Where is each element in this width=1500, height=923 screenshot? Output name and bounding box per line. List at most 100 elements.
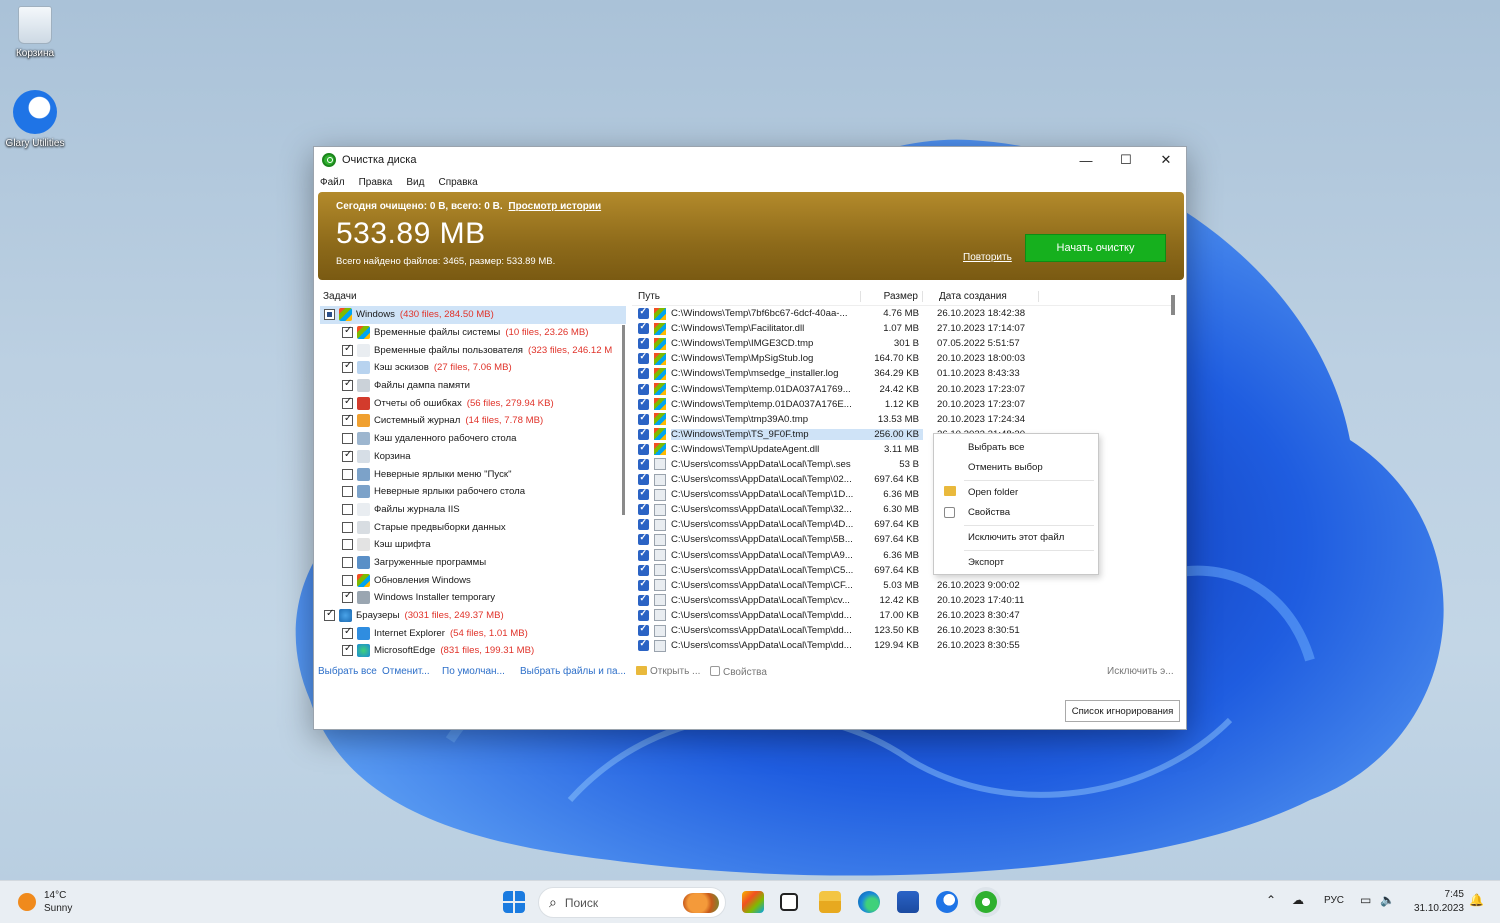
column-path[interactable]: Путь <box>632 291 861 302</box>
task-checkbox[interactable] <box>324 608 335 622</box>
task-item[interactable]: Браузеры (3031 files, 249.37 MB) <box>320 607 626 625</box>
glary-utilities-taskbar-icon[interactable] <box>936 891 958 913</box>
chevron-up-icon[interactable]: ⌃ <box>1266 893 1276 907</box>
task-item[interactable]: Файлы журнала IIS <box>320 501 626 519</box>
menu-view[interactable]: Вид <box>406 177 424 188</box>
ctx-exclude-file[interactable]: Исключить этот файл <box>968 532 1064 543</box>
task-checkbox[interactable] <box>342 486 353 498</box>
file-checkbox[interactable] <box>638 593 649 606</box>
file-checkbox[interactable] <box>638 472 649 486</box>
task-view-icon[interactable] <box>780 893 798 911</box>
task-checkbox[interactable] <box>342 626 353 639</box>
column-date[interactable]: Дата создания <box>923 291 1039 302</box>
select-all-link[interactable]: Выбрать все <box>318 666 377 677</box>
task-checkbox[interactable] <box>342 378 353 392</box>
task-checkbox[interactable] <box>324 309 335 321</box>
task-checkbox[interactable] <box>342 360 353 374</box>
file-checkbox[interactable] <box>638 427 649 440</box>
task-item[interactable]: Обновления Windows <box>320 571 626 589</box>
task-checkbox[interactable] <box>342 449 353 462</box>
file-checkbox[interactable] <box>638 548 649 561</box>
file-row[interactable]: C:\Users\comss\AppData\Local\Temp\dd... 1… <box>632 638 1172 653</box>
open-action[interactable]: Открыть ... <box>636 666 700 677</box>
disk-cleanup-taskbar-icon[interactable] <box>975 891 997 913</box>
desktop-icon-recycle-bin[interactable]: Корзина <box>0 6 70 59</box>
menu-help[interactable]: Справка <box>438 177 477 188</box>
file-checkbox[interactable] <box>638 382 649 395</box>
taskbar-search[interactable]: ⌕ Поиск <box>538 887 726 918</box>
task-item[interactable]: Файлы дампа памяти <box>320 377 626 395</box>
file-row[interactable]: C:\Users\comss\AppData\Local\Temp\dd... 1… <box>632 623 1172 638</box>
network-icon[interactable]: ▭ <box>1360 893 1371 907</box>
cloud-icon[interactable]: ☁ <box>1292 893 1304 907</box>
file-row[interactable]: C:\Users\comss\AppData\Local\Temp\dd... 1… <box>632 608 1172 623</box>
task-checkbox[interactable] <box>342 433 353 445</box>
history-link[interactable]: Просмотр истории <box>508 201 601 212</box>
copilot-icon[interactable] <box>742 891 764 913</box>
file-row[interactable]: C:\Windows\Temp\IMGE3CD.tmp 301 B 07.05.20… <box>632 336 1172 351</box>
store-icon[interactable] <box>897 891 919 913</box>
file-checkbox[interactable] <box>638 563 649 576</box>
file-checkbox[interactable] <box>638 532 649 546</box>
task-checkbox[interactable] <box>342 343 353 356</box>
task-item[interactable]: Временные файлы пользователя (323 files, … <box>320 341 626 359</box>
repeat-link[interactable]: Повторить <box>963 252 1012 263</box>
file-checkbox[interactable] <box>638 442 649 455</box>
file-row[interactable]: C:\Windows\Temp\Facilitator.dll 1.07 MB 27… <box>632 321 1172 336</box>
file-checkbox[interactable] <box>638 517 649 531</box>
file-checkbox[interactable] <box>638 336 649 350</box>
task-item[interactable]: Корзина <box>320 448 626 466</box>
select-files-link[interactable]: Выбрать файлы и па... <box>520 666 626 677</box>
files-scrollbar[interactable] <box>1171 295 1175 315</box>
file-row[interactable]: C:\Users\comss\AppData\Local\Temp\cv... 1… <box>632 593 1172 608</box>
default-link[interactable]: По умолчан... <box>442 666 505 677</box>
task-checkbox[interactable] <box>342 590 353 604</box>
file-checkbox[interactable] <box>638 457 649 470</box>
task-checkbox[interactable] <box>342 396 353 409</box>
menu-edit[interactable]: Правка <box>359 177 393 188</box>
file-checkbox[interactable] <box>638 306 649 320</box>
file-row[interactable]: C:\Windows\Temp\msedge_installer.log 364.… <box>632 366 1172 381</box>
task-item[interactable]: Временные файлы системы (10 files, 23.26 … <box>320 324 626 342</box>
start-cleanup-button[interactable]: Начать очистку <box>1025 234 1166 262</box>
task-item[interactable]: Системный журнал (14 files, 7.78 MB) <box>320 412 626 430</box>
task-item[interactable]: Загруженные программы <box>320 554 626 572</box>
ctx-open-folder[interactable]: Open folder <box>968 487 1018 498</box>
ctx-properties[interactable]: Свойства <box>968 507 1010 518</box>
maximize-button[interactable]: ☐ <box>1106 147 1146 173</box>
start-button[interactable] <box>503 891 525 913</box>
task-item[interactable]: Windows Installer temporary <box>320 589 626 607</box>
task-checkbox[interactable] <box>342 413 353 427</box>
properties-action[interactable]: Свойства <box>710 666 767 678</box>
file-checkbox[interactable] <box>638 321 649 335</box>
task-item[interactable]: Кэш удаленного рабочего стола <box>320 430 626 448</box>
task-item[interactable]: Старые предвыборки данных <box>320 518 626 536</box>
task-checkbox[interactable] <box>342 503 353 515</box>
volume-icon[interactable]: 🔈 <box>1380 893 1395 907</box>
file-row[interactable]: C:\Windows\Temp\tmp39A0.tmp 13.53 MB 20.10… <box>632 412 1172 427</box>
minimize-button[interactable]: — <box>1066 147 1106 173</box>
clock[interactable]: 7:45 31.10.2023 <box>1400 888 1464 916</box>
file-checkbox[interactable] <box>638 366 649 380</box>
ctx-export[interactable]: Экспорт <box>968 557 1004 568</box>
task-item[interactable]: MicrosoftEdge (831 files, 199.31 MB) <box>320 642 626 658</box>
file-checkbox[interactable] <box>638 502 649 516</box>
file-row[interactable]: C:\Windows\Temp\temp.01DA037A1769... 24.4… <box>632 381 1172 396</box>
weather-widget[interactable]: 14°C Sunny <box>18 889 72 915</box>
file-row[interactable]: C:\Users\comss\AppData\Local\Temp\CF... 5… <box>632 578 1172 593</box>
file-explorer-icon[interactable] <box>819 891 841 913</box>
file-checkbox[interactable] <box>638 412 649 425</box>
menu-file[interactable]: Файл <box>320 177 345 188</box>
file-row[interactable]: C:\Windows\Temp\temp.01DA037A176E... 1.12… <box>632 397 1172 412</box>
language-indicator[interactable]: РУС <box>1324 895 1344 906</box>
file-checkbox[interactable] <box>638 397 649 410</box>
task-checkbox[interactable] <box>342 468 353 480</box>
task-item[interactable]: Windows (430 files, 284.50 MB) <box>320 306 626 324</box>
ignore-list-button[interactable]: Список игнорирования <box>1065 700 1180 722</box>
edge-icon[interactable] <box>858 891 880 913</box>
column-size[interactable]: Размер <box>861 291 923 302</box>
desktop-icon-glary-utilities[interactable]: Glary Utilities <box>0 90 70 149</box>
file-checkbox[interactable] <box>638 608 649 621</box>
task-checkbox[interactable] <box>342 574 353 586</box>
close-button[interactable]: ✕ <box>1146 147 1186 173</box>
